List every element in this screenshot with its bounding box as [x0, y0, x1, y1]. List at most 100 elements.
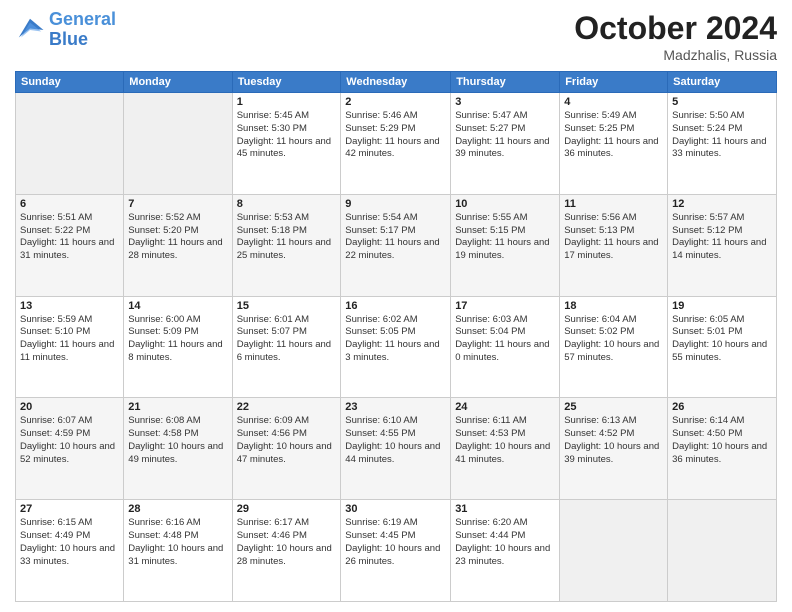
logo-line2: Blue: [49, 29, 88, 49]
calendar-cell: [16, 93, 124, 195]
day-info: Sunrise: 5:46 AMSunset: 5:29 PMDaylight:…: [345, 110, 446, 161]
day-info: Sunrise: 5:49 AMSunset: 5:25 PMDaylight:…: [564, 110, 663, 161]
day-number: 7: [128, 198, 227, 210]
day-info: Sunrise: 6:10 AMSunset: 4:55 PMDaylight:…: [345, 415, 446, 466]
calendar-cell: 12Sunrise: 5:57 AMSunset: 5:12 PMDayligh…: [668, 194, 777, 296]
weekday-header: Saturday: [668, 72, 777, 93]
day-info: Sunrise: 6:05 AMSunset: 5:01 PMDaylight:…: [672, 314, 772, 365]
day-number: 29: [237, 503, 337, 515]
calendar-cell: 10 Sunrise: 5:55 AMSunset: 5:15 PMDayligh…: [451, 194, 560, 296]
day-number: 4: [564, 96, 663, 108]
day-number: 27: [20, 503, 119, 515]
logo-line1: General: [49, 9, 116, 29]
day-number: 28: [128, 503, 227, 515]
day-info: Sunrise: 6:04 AMSunset: 5:02 PMDaylight:…: [564, 314, 663, 365]
logo-text: General Blue: [49, 10, 116, 50]
calendar-cell: 22 Sunrise: 6:09 AMSunset: 4:56 PMDayligh…: [232, 398, 341, 500]
day-info: Sunrise: 6:01 AMSunset: 5:07 PMDaylight:…: [237, 314, 337, 365]
calendar-cell: 9Sunrise: 5:54 AMSunset: 5:17 PMDaylight…: [341, 194, 451, 296]
calendar-cell: 20Sunrise: 6:07 AMSunset: 4:59 PMDayligh…: [16, 398, 124, 500]
day-info: Sunrise: 6:11 AMSunset: 4:53 PMDaylight:…: [455, 415, 555, 466]
day-info: Sunrise: 5:51 AMSunset: 5:22 PMDaylight:…: [20, 212, 119, 263]
day-info: Sunrise: 5:55 AMSunset: 5:15 PMDaylight:…: [455, 212, 555, 263]
weekday-header: Tuesday: [232, 72, 341, 93]
calendar-cell: 30 Sunrise: 6:19 AMSunset: 4:45 PMDayligh…: [341, 500, 451, 602]
calendar-week-row: 20Sunrise: 6:07 AMSunset: 4:59 PMDayligh…: [16, 398, 777, 500]
day-info: Sunrise: 5:53 AMSunset: 5:18 PMDaylight:…: [237, 212, 337, 263]
day-number: 11: [564, 198, 663, 210]
day-number: 14: [128, 300, 227, 312]
calendar-cell: [668, 500, 777, 602]
day-info: Sunrise: 6:19 AMSunset: 4:45 PMDaylight:…: [345, 517, 446, 568]
calendar-cell: 15 Sunrise: 6:01 AMSunset: 5:07 PMDayligh…: [232, 296, 341, 398]
calendar-cell: 7 Sunrise: 5:52 AMSunset: 5:20 PMDaylight…: [124, 194, 232, 296]
day-info: Sunrise: 6:02 AMSunset: 5:05 PMDaylight:…: [345, 314, 446, 365]
calendar-cell: 25Sunrise: 6:13 AMSunset: 4:52 PMDayligh…: [560, 398, 668, 500]
day-number: 30: [345, 503, 446, 515]
day-number: 10: [455, 198, 555, 210]
calendar-cell: 13 Sunrise: 5:59 AMSunset: 5:10 PMDayligh…: [16, 296, 124, 398]
calendar-cell: 18 Sunrise: 6:04 AMSunset: 5:02 PMDayligh…: [560, 296, 668, 398]
weekday-header: Thursday: [451, 72, 560, 93]
calendar-header-row: SundayMondayTuesdayWednesdayThursdayFrid…: [16, 72, 777, 93]
day-number: 18: [564, 300, 663, 312]
day-number: 24: [455, 401, 555, 413]
day-number: 15: [237, 300, 337, 312]
calendar-week-row: 1Sunrise: 5:45 AMSunset: 5:30 PMDaylight…: [16, 93, 777, 195]
calendar-week-row: 27 Sunrise: 6:15 AMSunset: 4:49 PMDayligh…: [16, 500, 777, 602]
calendar-cell: 16 Sunrise: 6:02 AMSunset: 5:05 PMDayligh…: [341, 296, 451, 398]
calendar-cell: 1Sunrise: 5:45 AMSunset: 5:30 PMDaylight…: [232, 93, 341, 195]
day-number: 3: [455, 96, 555, 108]
day-number: 22: [237, 401, 337, 413]
day-info: Sunrise: 6:15 AMSunset: 4:49 PMDaylight:…: [20, 517, 119, 568]
day-info: Sunrise: 6:07 AMSunset: 4:59 PMDaylight:…: [20, 415, 119, 466]
day-info: Sunrise: 6:17 AMSunset: 4:46 PMDaylight:…: [237, 517, 337, 568]
header: General Blue October 2024 Madzhalis, Rus…: [15, 10, 777, 63]
day-info: Sunrise: 6:20 AMSunset: 4:44 PMDaylight:…: [455, 517, 555, 568]
calendar-cell: 17 Sunrise: 6:03 AMSunset: 5:04 PMDayligh…: [451, 296, 560, 398]
day-info: Sunrise: 6:00 AMSunset: 5:09 PMDaylight:…: [128, 314, 227, 365]
calendar-cell: 26 Sunrise: 6:14 AMSunset: 4:50 PMDayligh…: [668, 398, 777, 500]
calendar-cell: [124, 93, 232, 195]
calendar-cell: 4 Sunrise: 5:49 AMSunset: 5:25 PMDaylight…: [560, 93, 668, 195]
calendar-cell: 23 Sunrise: 6:10 AMSunset: 4:55 PMDayligh…: [341, 398, 451, 500]
calendar-cell: 3Sunrise: 5:47 AMSunset: 5:27 PMDaylight…: [451, 93, 560, 195]
calendar-cell: 14 Sunrise: 6:00 AMSunset: 5:09 PMDayligh…: [124, 296, 232, 398]
weekday-header: Monday: [124, 72, 232, 93]
day-number: 6: [20, 198, 119, 210]
calendar-cell: 29 Sunrise: 6:17 AMSunset: 4:46 PMDayligh…: [232, 500, 341, 602]
day-number: 21: [128, 401, 227, 413]
day-info: Sunrise: 5:59 AMSunset: 5:10 PMDaylight:…: [20, 314, 119, 365]
calendar-cell: 27 Sunrise: 6:15 AMSunset: 4:49 PMDayligh…: [16, 500, 124, 602]
day-number: 16: [345, 300, 446, 312]
weekday-header: Friday: [560, 72, 668, 93]
weekday-header: Wednesday: [341, 72, 451, 93]
day-number: 25: [564, 401, 663, 413]
day-info: Sunrise: 6:14 AMSunset: 4:50 PMDaylight:…: [672, 415, 772, 466]
calendar-cell: 5Sunrise: 5:50 AMSunset: 5:24 PMDaylight…: [668, 93, 777, 195]
day-number: 5: [672, 96, 772, 108]
weekday-header: Sunday: [16, 72, 124, 93]
day-info: Sunrise: 5:57 AMSunset: 5:12 PMDaylight:…: [672, 212, 772, 263]
calendar-week-row: 13 Sunrise: 5:59 AMSunset: 5:10 PMDayligh…: [16, 296, 777, 398]
title-block: October 2024 Madzhalis, Russia: [574, 10, 777, 63]
day-info: Sunrise: 5:52 AMSunset: 5:20 PMDaylight:…: [128, 212, 227, 263]
day-info: Sunrise: 5:54 AMSunset: 5:17 PMDaylight:…: [345, 212, 446, 263]
location: Madzhalis, Russia: [574, 47, 777, 63]
day-number: 17: [455, 300, 555, 312]
calendar-cell: 2Sunrise: 5:46 AMSunset: 5:29 PMDaylight…: [341, 93, 451, 195]
calendar-week-row: 6 Sunrise: 5:51 AMSunset: 5:22 PMDaylight…: [16, 194, 777, 296]
day-info: Sunrise: 5:56 AMSunset: 5:13 PMDaylight:…: [564, 212, 663, 263]
calendar-cell: 21Sunrise: 6:08 AMSunset: 4:58 PMDayligh…: [124, 398, 232, 500]
day-info: Sunrise: 6:09 AMSunset: 4:56 PMDaylight:…: [237, 415, 337, 466]
page: General Blue October 2024 Madzhalis, Rus…: [0, 0, 792, 612]
day-info: Sunrise: 6:03 AMSunset: 5:04 PMDaylight:…: [455, 314, 555, 365]
day-info: Sunrise: 5:45 AMSunset: 5:30 PMDaylight:…: [237, 110, 337, 161]
day-number: 26: [672, 401, 772, 413]
calendar-table: SundayMondayTuesdayWednesdayThursdayFrid…: [15, 71, 777, 602]
calendar-cell: 28Sunrise: 6:16 AMSunset: 4:48 PMDayligh…: [124, 500, 232, 602]
day-number: 23: [345, 401, 446, 413]
month-title: October 2024: [574, 10, 777, 47]
logo-icon: [15, 15, 45, 45]
day-number: 13: [20, 300, 119, 312]
